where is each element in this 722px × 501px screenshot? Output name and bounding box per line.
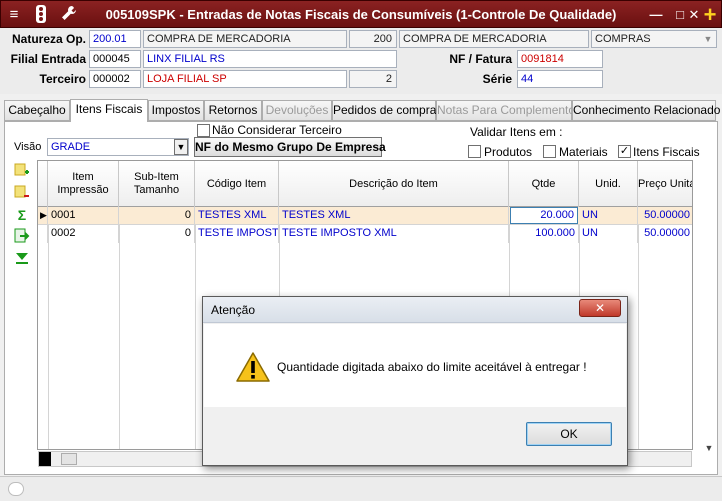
cell-codigo[interactable]: TESTES XML (195, 207, 279, 225)
produtos-checkbox[interactable] (468, 145, 481, 158)
chevron-down-icon: ▼ (703, 34, 713, 44)
nao-considerar-label: Não Considerar Terceiro (212, 123, 342, 137)
remove-row-icon[interactable] (13, 184, 31, 202)
tab-impostos[interactable]: Impostos (148, 100, 204, 121)
visao-select[interactable]: GRADE ▼ (47, 138, 189, 156)
cell-item[interactable]: 0002 (48, 225, 119, 243)
terceiro-code-field[interactable]: 000002 (89, 70, 141, 88)
title-bar: ≡ 005109SPK - Entradas de Notas Fiscais … (0, 0, 722, 28)
move-bottom-icon[interactable] (13, 250, 31, 268)
cell-preco[interactable]: 50.00000 (638, 225, 692, 243)
dialog-title: Atenção (211, 303, 256, 317)
scroll-thumb[interactable] (61, 453, 77, 465)
produtos-label: Produtos (484, 145, 533, 159)
tab-strip: Cabeçalho Itens Fiscais Impostos Retorno… (4, 99, 720, 122)
tab-notas-complemento: Notas Para Complemento (436, 100, 575, 121)
row-indicator-header (38, 161, 48, 207)
visao-label: Visão (14, 141, 42, 153)
serie-field[interactable]: 44 (517, 70, 603, 88)
dialog-footer: OK (204, 407, 626, 465)
col-item-impressao[interactable]: Item Impressão (48, 161, 119, 207)
cell-sub-item[interactable]: 0 (119, 225, 195, 243)
cell-item[interactable]: 0001 (48, 207, 119, 225)
natureza-num-field: 200 (349, 30, 397, 48)
scroll-left-icon[interactable] (39, 452, 51, 466)
cell-sub-item[interactable]: 0 (119, 207, 195, 225)
cell-qtde-editing[interactable]: 20.000 (510, 207, 578, 224)
dialog-body: Quantidade digitada abaixo do limite ace… (204, 324, 626, 407)
col-preco[interactable]: Preço Unitá (638, 161, 692, 207)
status-bar (0, 476, 722, 501)
export-icon[interactable] (13, 228, 31, 246)
tipo-select[interactable]: COMPRAS ▼ (591, 30, 717, 48)
grid-header: Item Impressão Sub-Item Tamanho Código I… (38, 161, 692, 207)
dialog-message: Quantidade digitada abaixo do limite ace… (277, 360, 587, 374)
nf-grupo-button[interactable]: NF do Mesmo Grupo De Empresa (194, 137, 386, 157)
terceiro-name-field: LOJA FILIAL SP (143, 70, 347, 88)
minimize-icon[interactable]: — (647, 6, 665, 23)
row-indicator (38, 225, 48, 243)
cell-qtde[interactable]: 100.000 (509, 225, 579, 243)
tab-pedidos-compra[interactable]: Pedidos de compra (332, 100, 436, 121)
nao-considerar-checkbox[interactable] (197, 124, 210, 137)
filial-label: Filial Entrada (10, 52, 86, 66)
tab-conhecimento[interactable]: Conhecimento Relacionado (572, 100, 720, 121)
add-icon[interactable]: + (701, 4, 719, 26)
tab-retornos[interactable]: Retornos (204, 100, 262, 121)
col-unid[interactable]: Unid. (579, 161, 638, 207)
nf-label: NF / Fatura (449, 52, 512, 66)
materiais-checkbox[interactable] (543, 145, 556, 158)
cell-unid[interactable]: UN (579, 207, 638, 225)
materiais-label: Materiais (559, 145, 608, 159)
natureza-label: Natureza Op. (11, 32, 86, 46)
cell-descricao[interactable]: TESTE IMPOSTO XML (279, 225, 509, 243)
tipo-select-value: COMPRAS (595, 33, 651, 45)
table-row[interactable]: 0002 0 TESTE IMPOSTO TESTE IMPOSTO XML 1… (38, 225, 692, 243)
itens-fiscais-label: Itens Fiscais (633, 145, 700, 159)
cell-unid[interactable]: UN (579, 225, 638, 243)
col-qtde[interactable]: Qtde (509, 161, 579, 207)
filial-name-field: LINX FILIAL RS (143, 50, 397, 68)
ok-button[interactable]: OK (526, 422, 612, 446)
tab-cabecalho[interactable]: Cabeçalho (4, 100, 70, 121)
filial-code-field[interactable]: 000045 (89, 50, 141, 68)
dialog-title-bar: Atenção ✕ (203, 297, 627, 323)
validar-label: Validar Itens em : (470, 125, 563, 139)
tab-itens-fiscais[interactable]: Itens Fiscais (70, 99, 148, 122)
add-row-icon[interactable] (13, 162, 31, 180)
visao-value: GRADE (51, 141, 91, 153)
chevron-down-icon[interactable]: ▼ (174, 139, 188, 155)
alert-dialog: Atenção ✕ Quantidade digitada abaixo do … (202, 296, 628, 466)
tab-devolucoes: Devoluções (262, 100, 332, 121)
col-sub-item[interactable]: Sub-Item Tamanho (119, 161, 195, 207)
terceiro-num-field: 2 (349, 70, 397, 88)
cell-descricao[interactable]: TESTES XML (279, 207, 509, 225)
serie-label: Série (482, 72, 512, 86)
warning-icon (236, 352, 270, 382)
natureza-desc-field: COMPRA DE MERCADORIA (143, 30, 347, 48)
terceiro-label: Terceiro (39, 72, 86, 86)
itens-fiscais-checkbox[interactable]: ✓ (618, 145, 631, 158)
header-form: Natureza Op. 200.01 COMPRA DE MERCADORIA… (0, 28, 722, 94)
table-row[interactable]: ▶ 0001 0 TESTES XML TESTES XML 20.000 UN… (38, 207, 692, 225)
cell-codigo[interactable]: TESTE IMPOSTO (195, 225, 279, 243)
sum-icon[interactable]: Σ (13, 206, 31, 224)
scroll-down-icon[interactable]: ▼ (702, 441, 716, 455)
natureza-desc2-field: COMPRA DE MERCADORIA (399, 30, 589, 48)
col-descricao[interactable]: Descrição do Item (279, 161, 509, 207)
row-pointer-icon: ▶ (38, 207, 48, 225)
nf-field[interactable]: 0091814 (517, 50, 603, 68)
dialog-close-button[interactable]: ✕ (579, 299, 621, 317)
natureza-code-field[interactable]: 200.01 (89, 30, 141, 48)
cell-preco[interactable]: 50.00000 (638, 207, 692, 225)
col-codigo-item[interactable]: Código Item (195, 161, 279, 207)
status-indicator-icon (8, 482, 24, 496)
window-title: 005109SPK - Entradas de Notas Fiscais de… (105, 7, 617, 22)
